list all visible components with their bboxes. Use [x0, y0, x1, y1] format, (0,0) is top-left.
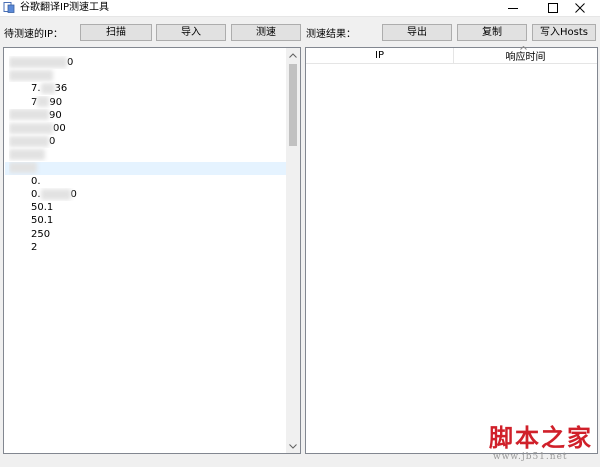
minimize-icon	[508, 8, 518, 9]
list-item[interactable]: 50.1	[9, 201, 285, 214]
ip-fragment: 7.	[31, 83, 41, 95]
maximize-icon	[548, 3, 558, 13]
copy-button[interactable]: 复制	[457, 24, 527, 41]
pending-ip-label: 待测速的IP：	[4, 29, 63, 40]
ip-fragment: 0.	[31, 189, 41, 200]
scroll-down-icon[interactable]	[286, 439, 300, 453]
list-item[interactable]: 50.1	[9, 214, 285, 227]
redacted-text: .	[37, 96, 50, 108]
redacted-text: .	[40, 188, 71, 200]
column-header-response-time-label: 响应时间	[505, 52, 546, 63]
list-item[interactable]: .0	[9, 56, 285, 69]
ip-fragment-tail: 0	[70, 189, 77, 200]
ip-fragment-tail: 90	[49, 96, 63, 108]
redacted-text: .	[9, 109, 49, 121]
results-label: 测速结果：	[306, 29, 356, 40]
list-item[interactable]: .	[9, 162, 285, 175]
export-button[interactable]: 导出	[382, 24, 452, 41]
redacted-text: .	[9, 148, 45, 160]
ip-fragment: 50.1	[31, 202, 54, 214]
window-title: 谷歌翻译IP测速工具	[20, 2, 109, 13]
close-button[interactable]	[560, 0, 600, 16]
redacted-text: .	[40, 82, 55, 94]
results-table[interactable]: IP 响应时间	[305, 46, 598, 454]
title-bar[interactable]: 谷歌翻译IP测速工具	[0, 0, 600, 17]
redacted-text: .	[9, 122, 53, 134]
column-header-ip[interactable]: IP	[306, 48, 454, 64]
speedtest-button[interactable]: 测速	[231, 24, 301, 41]
ip-fragment: 2	[31, 241, 38, 253]
ip-fragment-tail: 90	[49, 109, 62, 121]
list-item[interactable]: .0	[9, 135, 285, 148]
redacted-text: .	[9, 56, 67, 68]
list-item[interactable]: 2	[9, 241, 285, 254]
watermark-main: 脚本之家	[489, 423, 593, 452]
vertical-scrollbar[interactable]	[286, 48, 300, 453]
list-item[interactable]: .	[9, 148, 285, 161]
ip-fragment-tail: 00	[53, 123, 66, 134]
redacted-text: .	[9, 135, 49, 147]
minimize-button[interactable]	[493, 0, 533, 16]
list-item[interactable]: .	[9, 69, 285, 82]
scroll-thumb[interactable]	[289, 64, 297, 146]
list-item[interactable]: .90	[9, 109, 285, 122]
column-header-ip-label: IP	[375, 50, 384, 61]
import-button[interactable]: 导入	[156, 24, 226, 41]
scan-button[interactable]: 扫描	[80, 24, 152, 41]
ip-fragment: 250	[31, 228, 51, 240]
pending-ip-list[interactable]: .0.7..367.90.90.00.0..0.0..050.150.12502	[3, 47, 301, 454]
redacted-text: .	[9, 69, 53, 81]
list-item[interactable]: 0..0	[9, 188, 285, 201]
ip-fragment: 50.1	[31, 215, 54, 227]
write-hosts-button[interactable]: 写入Hosts	[532, 24, 596, 41]
sort-ascending-icon	[520, 46, 527, 50]
ip-fragment-tail: 0	[67, 57, 74, 68]
list-item[interactable]: 7.90	[9, 96, 285, 109]
ip-fragment: 0.	[31, 175, 41, 187]
close-icon	[575, 3, 585, 13]
document-icon	[3, 2, 15, 13]
ip-fragment-tail: 36	[54, 83, 68, 95]
column-header-response-time[interactable]: 响应时间	[454, 46, 597, 64]
list-item[interactable]: 250	[9, 228, 285, 241]
list-item[interactable]: 0.	[9, 175, 285, 188]
redacted-text: .	[9, 162, 37, 174]
list-item[interactable]: 7..36	[9, 82, 285, 95]
watermark: 脚本之家 www.jb51.net	[489, 424, 599, 466]
ip-fragment-tail: 0	[49, 136, 56, 148]
watermark-url: www.jb51.net	[493, 452, 568, 462]
list-item[interactable]: .00	[9, 122, 285, 135]
scroll-up-icon[interactable]	[286, 48, 300, 62]
